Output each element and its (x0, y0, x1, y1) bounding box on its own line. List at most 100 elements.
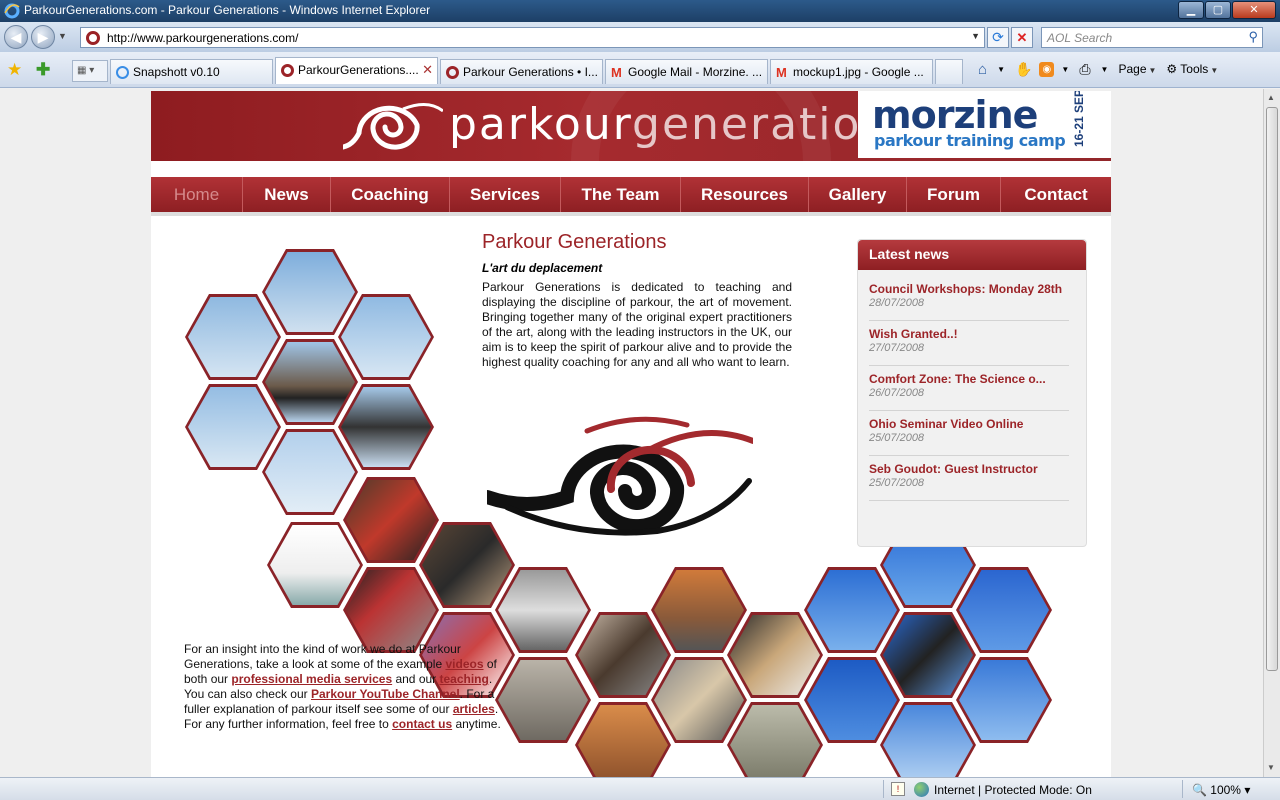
url-text[interactable]: http://www.parkourgenerations.com/ (107, 31, 298, 45)
latest-news-heading: Latest news (858, 240, 1086, 270)
news-item[interactable]: Comfort Zone: The Science o... 26/07/200… (869, 366, 1069, 411)
intro-paragraph: Parkour Generations is dedicated to teac… (482, 280, 792, 369)
tab-parkour-active[interactable]: ParkourGenerations.... ✕ (275, 57, 438, 84)
photo-hex (880, 702, 976, 777)
tools-menu[interactable]: ⚙ Tools ▼ (1163, 62, 1221, 76)
photo-hex (651, 567, 747, 653)
photo-hex (727, 612, 823, 698)
title-bar: ParkourGenerations.com - Parkour Generat… (0, 0, 1280, 22)
photo-hex (956, 657, 1052, 743)
ie-icon (116, 66, 129, 79)
page-menu-label: Page (1118, 62, 1147, 76)
favorites-star-icon[interactable]: ★ (7, 60, 22, 80)
page-menu[interactable]: Page ▼ (1115, 62, 1159, 76)
news-item[interactable]: Ohio Seminar Video Online 25/07/2008 (869, 411, 1069, 456)
photo-hex (262, 429, 358, 515)
search-icon[interactable]: ⚲ (1248, 29, 1258, 45)
tab-label: Parkour Generations • I... (463, 65, 598, 79)
add-favorite-icon[interactable]: ✚ (36, 60, 50, 80)
news-item[interactable]: Wish Granted..! 27/07/2008 (869, 321, 1069, 366)
back-button[interactable]: ◀ (4, 25, 28, 49)
search-field[interactable]: AOL Search ⚲ (1041, 27, 1263, 48)
news-title[interactable]: Ohio Seminar Video Online (869, 417, 1069, 431)
youtube-channel-link[interactable]: Parkour YouTube Channel (311, 687, 460, 701)
popup-blocked-icon[interactable]: ! (891, 782, 905, 796)
news-title[interactable]: Comfort Zone: The Science o... (869, 372, 1069, 386)
scroll-down-icon[interactable]: ▼ (1267, 763, 1275, 772)
media-services-link[interactable]: professional media services (231, 672, 392, 686)
status-divider (1182, 780, 1183, 798)
latest-news-box: Latest news Council Workshops: Monday 28… (857, 239, 1087, 547)
news-date: 28/07/2008 (869, 297, 925, 309)
zoom-level[interactable]: 🔍 100% ▾ (1192, 783, 1250, 797)
contact-us-link[interactable]: contact us (392, 717, 452, 731)
url-field[interactable]: http://www.parkourgenerations.com/ ▼ (80, 27, 985, 48)
news-title[interactable]: Wish Granted..! (869, 327, 1069, 341)
tab-label: Snapshott v0.10 (133, 65, 220, 79)
stop-button[interactable]: ✕ (1011, 27, 1033, 48)
window-title: ParkourGenerations.com - Parkour Generat… (24, 3, 431, 17)
tab-label: mockup1.jpg - Google ... (793, 65, 924, 79)
photo-hex (338, 294, 434, 380)
close-button[interactable]: ✕ (1232, 1, 1276, 19)
tab-snapshott[interactable]: Snapshott v0.10 (110, 59, 273, 84)
rss-dropdown-icon[interactable]: ▼ (1058, 65, 1072, 74)
videos-link[interactable]: videos (445, 657, 483, 671)
page-title: Parkour Generations (482, 231, 667, 253)
photo-hex (338, 384, 434, 470)
ie-icon (4, 3, 20, 19)
maximize-button[interactable]: ▢ (1205, 1, 1231, 19)
photo-hex (880, 612, 976, 698)
news-date: 25/07/2008 (869, 477, 925, 489)
insight-text: and our (392, 672, 440, 686)
news-title[interactable]: Seb Goudot: Guest Instructor (869, 462, 1069, 476)
tab-parkour-forum[interactable]: Parkour Generations • I... (440, 59, 603, 84)
security-zone-label[interactable]: Internet | Protected Mode: On (934, 783, 1092, 797)
news-item[interactable]: Council Workshops: Monday 28th 28/07/200… (869, 276, 1069, 321)
photo-hex (343, 477, 439, 563)
articles-link[interactable]: articles (453, 702, 495, 716)
search-placeholder: AOL Search (1047, 31, 1113, 45)
close-tab-icon[interactable]: ✕ (422, 62, 433, 78)
news-date: 25/07/2008 (869, 432, 925, 444)
scroll-thumb[interactable] (1266, 107, 1278, 671)
new-tab-button[interactable] (935, 59, 963, 84)
photo-hex (267, 522, 363, 608)
site-favicon (86, 31, 100, 45)
refresh-button[interactable]: ⟳ (987, 27, 1009, 48)
photo-hex (575, 612, 671, 698)
print-icon[interactable]: ⎙ (1076, 61, 1093, 78)
parkour-favicon (281, 64, 294, 77)
home-dropdown-icon[interactable]: ▼ (994, 65, 1008, 74)
home-icon[interactable]: ⌂ (975, 61, 990, 78)
news-item[interactable]: Seb Goudot: Guest Instructor 25/07/2008 (869, 456, 1069, 501)
teaching-link[interactable]: teaching (440, 672, 489, 686)
photo-hex (262, 249, 358, 335)
swirl-logo-graphic (487, 416, 753, 536)
rss-icon[interactable]: ◉ (1039, 61, 1055, 77)
photo-hex (185, 294, 281, 380)
photo-hex (262, 339, 358, 425)
scroll-up-icon[interactable]: ▲ (1267, 93, 1275, 102)
tab-label: ParkourGenerations.... (298, 63, 419, 77)
tools-menu-label: Tools (1180, 62, 1209, 76)
minimize-button[interactable]: ▁ (1178, 1, 1204, 19)
tab-gmail-morzine[interactable]: M Google Mail - Morzine. ... (605, 59, 768, 84)
address-bar: ◀ ▶ ▼ http://www.parkourgenerations.com/… (0, 22, 1280, 52)
photo-hex (727, 702, 823, 777)
parkour-favicon (446, 66, 459, 79)
internet-zone-icon (914, 782, 929, 797)
insight-text: anytime. (452, 717, 501, 731)
news-date: 27/07/2008 (869, 342, 925, 354)
forward-button[interactable]: ▶ (31, 25, 55, 49)
hand-icon[interactable]: ✋ (1012, 61, 1035, 78)
insight-paragraph: For an insight into the kind of work we … (184, 642, 514, 732)
history-dropdown-icon[interactable]: ▼ (58, 31, 67, 41)
zoom-value: 100% (1210, 783, 1241, 797)
vertical-scrollbar[interactable]: ▲ ▼ (1263, 89, 1280, 777)
tab-mockup[interactable]: M mockup1.jpg - Google ... (770, 59, 933, 84)
news-title[interactable]: Council Workshops: Monday 28th (869, 282, 1069, 296)
url-dropdown-icon[interactable]: ▼ (971, 31, 980, 41)
print-dropdown-icon[interactable]: ▼ (1098, 65, 1112, 74)
quick-tabs-button[interactable]: ▦ ▾ (72, 60, 108, 82)
